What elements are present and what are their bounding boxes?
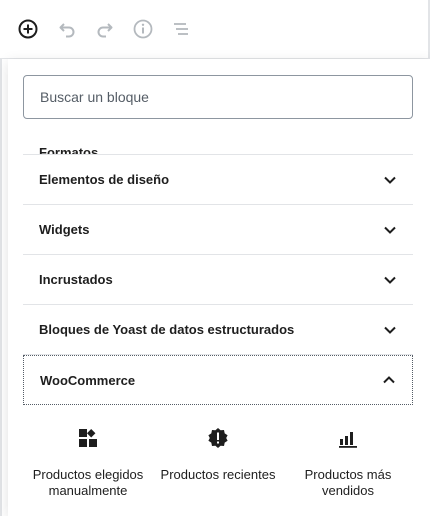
block-productos-elegidos[interactable]: Productos elegidos manualmente (23, 427, 153, 499)
plus-circle-icon (18, 19, 38, 39)
block-navigation-button[interactable] (167, 15, 195, 43)
category-label: Incrustados (39, 272, 113, 287)
category-label: Formatos (39, 145, 99, 155)
block-productos-mas-vendidos[interactable]: Productos más vendidos (283, 427, 413, 499)
block-label: Productos recientes (160, 467, 276, 482)
category-label: Widgets (39, 222, 90, 237)
info-button[interactable] (129, 15, 157, 43)
block-inserter-panel: Formatos Elementos de diseño Widgets Inc… (8, 59, 430, 516)
add-block-button[interactable] (14, 15, 42, 43)
grid-icon (79, 428, 97, 447)
block-category-list: Formatos Elementos de diseño Widgets Inc… (23, 133, 413, 516)
block-productos-recientes[interactable]: Productos recientes (153, 427, 283, 499)
block-search-input[interactable] (24, 76, 412, 118)
block-label: Productos más vendidos (304, 467, 392, 498)
category-incrustados[interactable]: Incrustados (23, 255, 413, 305)
category-label: Elementos de diseño (39, 172, 170, 187)
editor-edge (0, 59, 2, 516)
list-outline-icon (174, 23, 188, 35)
category-woocommerce[interactable]: WooCommerce (23, 355, 413, 405)
chevron-down-icon (384, 276, 396, 284)
category-yoast[interactable]: Bloques de Yoast de datos estructurados (23, 305, 413, 355)
redo-button[interactable] (91, 15, 119, 43)
chevron-down-icon (384, 176, 396, 184)
block-search-field (23, 75, 413, 119)
category-elementos-de-diseno[interactable]: Elementos de diseño (23, 155, 413, 205)
chevron-down-icon (384, 326, 396, 334)
woocommerce-block-list: Productos elegidos manualmente Productos… (23, 405, 413, 499)
badge-exclamation-icon (208, 428, 228, 448)
category-formatos[interactable]: Formatos (23, 133, 413, 155)
chevron-down-icon (384, 226, 396, 234)
undo-button[interactable] (53, 15, 81, 43)
chevron-up-icon (383, 376, 395, 384)
category-label: Bloques de Yoast de datos estructurados (39, 322, 295, 337)
redo-icon (97, 23, 113, 38)
category-widgets[interactable]: Widgets (23, 205, 413, 255)
block-label: Productos elegidos manualmente (32, 467, 144, 498)
category-label: WooCommerce (40, 372, 136, 388)
undo-icon (59, 23, 75, 38)
info-icon (133, 19, 153, 39)
bar-chart-icon (339, 432, 357, 448)
editor-toolbar (0, 0, 430, 58)
